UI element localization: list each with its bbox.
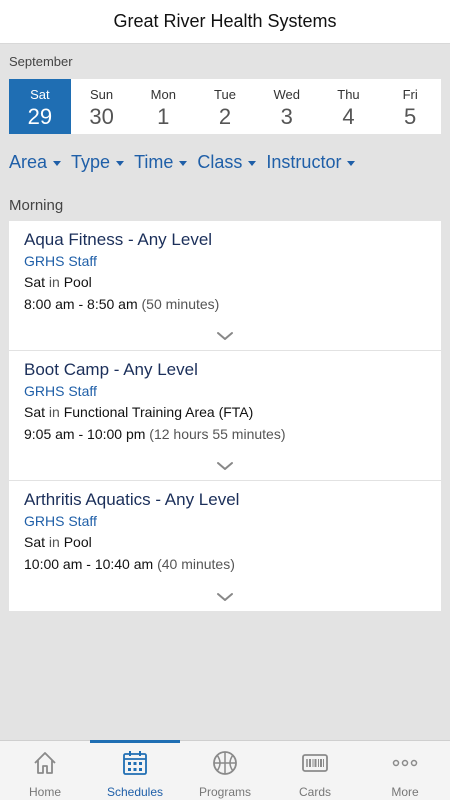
day-number: 3 [280,104,293,129]
day-mon[interactable]: Mon 1 [132,79,194,134]
tab-schedules[interactable]: Schedules [90,740,180,800]
week-day-picker: Sat 29 Sun 30 Mon 1 Tue 2 Wed 3 Thu 4 Fr… [9,79,441,134]
day-name: Fri [402,87,418,102]
day-sun[interactable]: Sun 30 [71,79,133,134]
tab-label: Schedules [106,785,164,799]
day-name: Mon [150,87,176,102]
class-card[interactable]: Arthritis Aquatics - Any Level GRHS Staf… [9,481,441,611]
tab-label: Programs [198,785,251,799]
day-thu[interactable]: Thu 4 [318,79,380,134]
duration: (12 hours 55 minutes) [149,426,286,442]
caret-down-icon [347,161,356,166]
day-number: 5 [404,104,417,129]
day-name: Tue [214,87,236,102]
class-card[interactable]: Boot Camp - Any Level GRHS Staff Sat in … [9,351,441,481]
caret-down-icon [248,161,257,166]
caret-down-icon [179,161,188,166]
tab-label: Cards [298,785,331,799]
class-day: Sat [24,274,46,290]
in-word: in [48,534,60,550]
class-instructor[interactable]: GRHS Staff [24,511,426,531]
class-location: Sat in Pool [24,272,426,292]
class-time: 8:00 am - 8:50 am (50 minutes) [24,294,426,314]
duration: (40 minutes) [157,556,235,572]
in-word: in [48,404,60,420]
day-number: 1 [157,104,170,129]
class-location: Sat in Functional Training Area (FTA) [24,402,426,422]
filter-label: Instructor [266,152,342,172]
filter-class-dropdown[interactable]: Class [197,152,257,173]
tab-programs[interactable]: Programs [180,741,270,800]
barcode-card-icon [301,749,329,777]
filter-label: Type [71,152,111,172]
app-title: Great River Health Systems [113,11,337,31]
class-list: Aqua Fitness - Any Level GRHS Staff Sat … [9,221,441,611]
app-header: Great River Health Systems [0,0,450,44]
day-wed[interactable]: Wed 3 [256,79,318,134]
day-name: Sun [90,87,114,102]
class-time: 9:05 am - 10:00 pm (12 hours 55 minutes) [24,424,426,444]
class-instructor[interactable]: GRHS Staff [24,251,426,271]
class-day: Sat [24,534,46,550]
tab-cards[interactable]: Cards [270,741,360,800]
filter-label: Time [134,152,174,172]
time-range: 8:00 am - 8:50 am [24,296,138,312]
day-number: 2 [218,104,232,129]
day-number: 29 [27,104,53,129]
month-label: September [9,54,73,69]
class-location: Sat in Pool [24,532,426,552]
day-sat[interactable]: Sat 29 [9,79,71,134]
filter-area-dropdown[interactable]: Area [9,152,62,173]
chevron-down-icon[interactable] [216,330,234,342]
tab-home[interactable]: Home [0,741,90,800]
in-word: in [48,274,60,290]
basketball-icon [211,749,239,777]
tab-label: Home [28,785,61,799]
class-time: 10:00 am - 10:40 am (40 minutes) [24,554,426,574]
section-heading-morning: Morning [9,197,64,214]
home-icon [31,749,59,777]
day-fri[interactable]: Fri 5 [379,79,441,134]
class-card[interactable]: Aqua Fitness - Any Level GRHS Staff Sat … [9,221,441,351]
bottom-tab-bar: Home Schedules Programs Cards More [0,740,450,800]
day-number: 30 [89,104,114,129]
location-name: Functional Training Area (FTA) [63,404,254,420]
class-name: Aqua Fitness - Any Level [24,230,213,249]
class-name: Boot Camp - Any Level [24,360,198,379]
day-name: Wed [273,87,300,102]
caret-down-icon [53,161,62,166]
day-name: Sat [30,87,50,102]
caret-down-icon [116,161,125,166]
chevron-down-icon[interactable] [216,591,234,603]
location-name: Pool [63,274,92,290]
more-dots-icon [391,749,419,777]
calendar-icon [121,749,149,777]
day-name: Thu [337,87,360,102]
class-day: Sat [24,404,46,420]
duration: (50 minutes) [141,296,220,312]
tab-more[interactable]: More [360,741,450,800]
day-number: 4 [342,104,355,129]
filter-label: Class [197,152,243,172]
class-name: Arthritis Aquatics - Any Level [24,490,240,509]
filter-bar: Area Type Time Class Instructor [9,152,365,173]
filter-instructor-dropdown[interactable]: Instructor [266,152,356,173]
chevron-down-icon[interactable] [216,460,234,472]
tab-label: More [391,785,419,799]
location-name: Pool [63,534,92,550]
day-tue[interactable]: Tue 2 [194,79,256,134]
filter-time-dropdown[interactable]: Time [134,152,188,173]
time-range: 9:05 am - 10:00 pm [24,426,146,442]
class-instructor[interactable]: GRHS Staff [24,381,426,401]
time-range: 10:00 am - 10:40 am [24,556,154,572]
filter-type-dropdown[interactable]: Type [71,152,125,173]
filter-label: Area [9,152,48,172]
